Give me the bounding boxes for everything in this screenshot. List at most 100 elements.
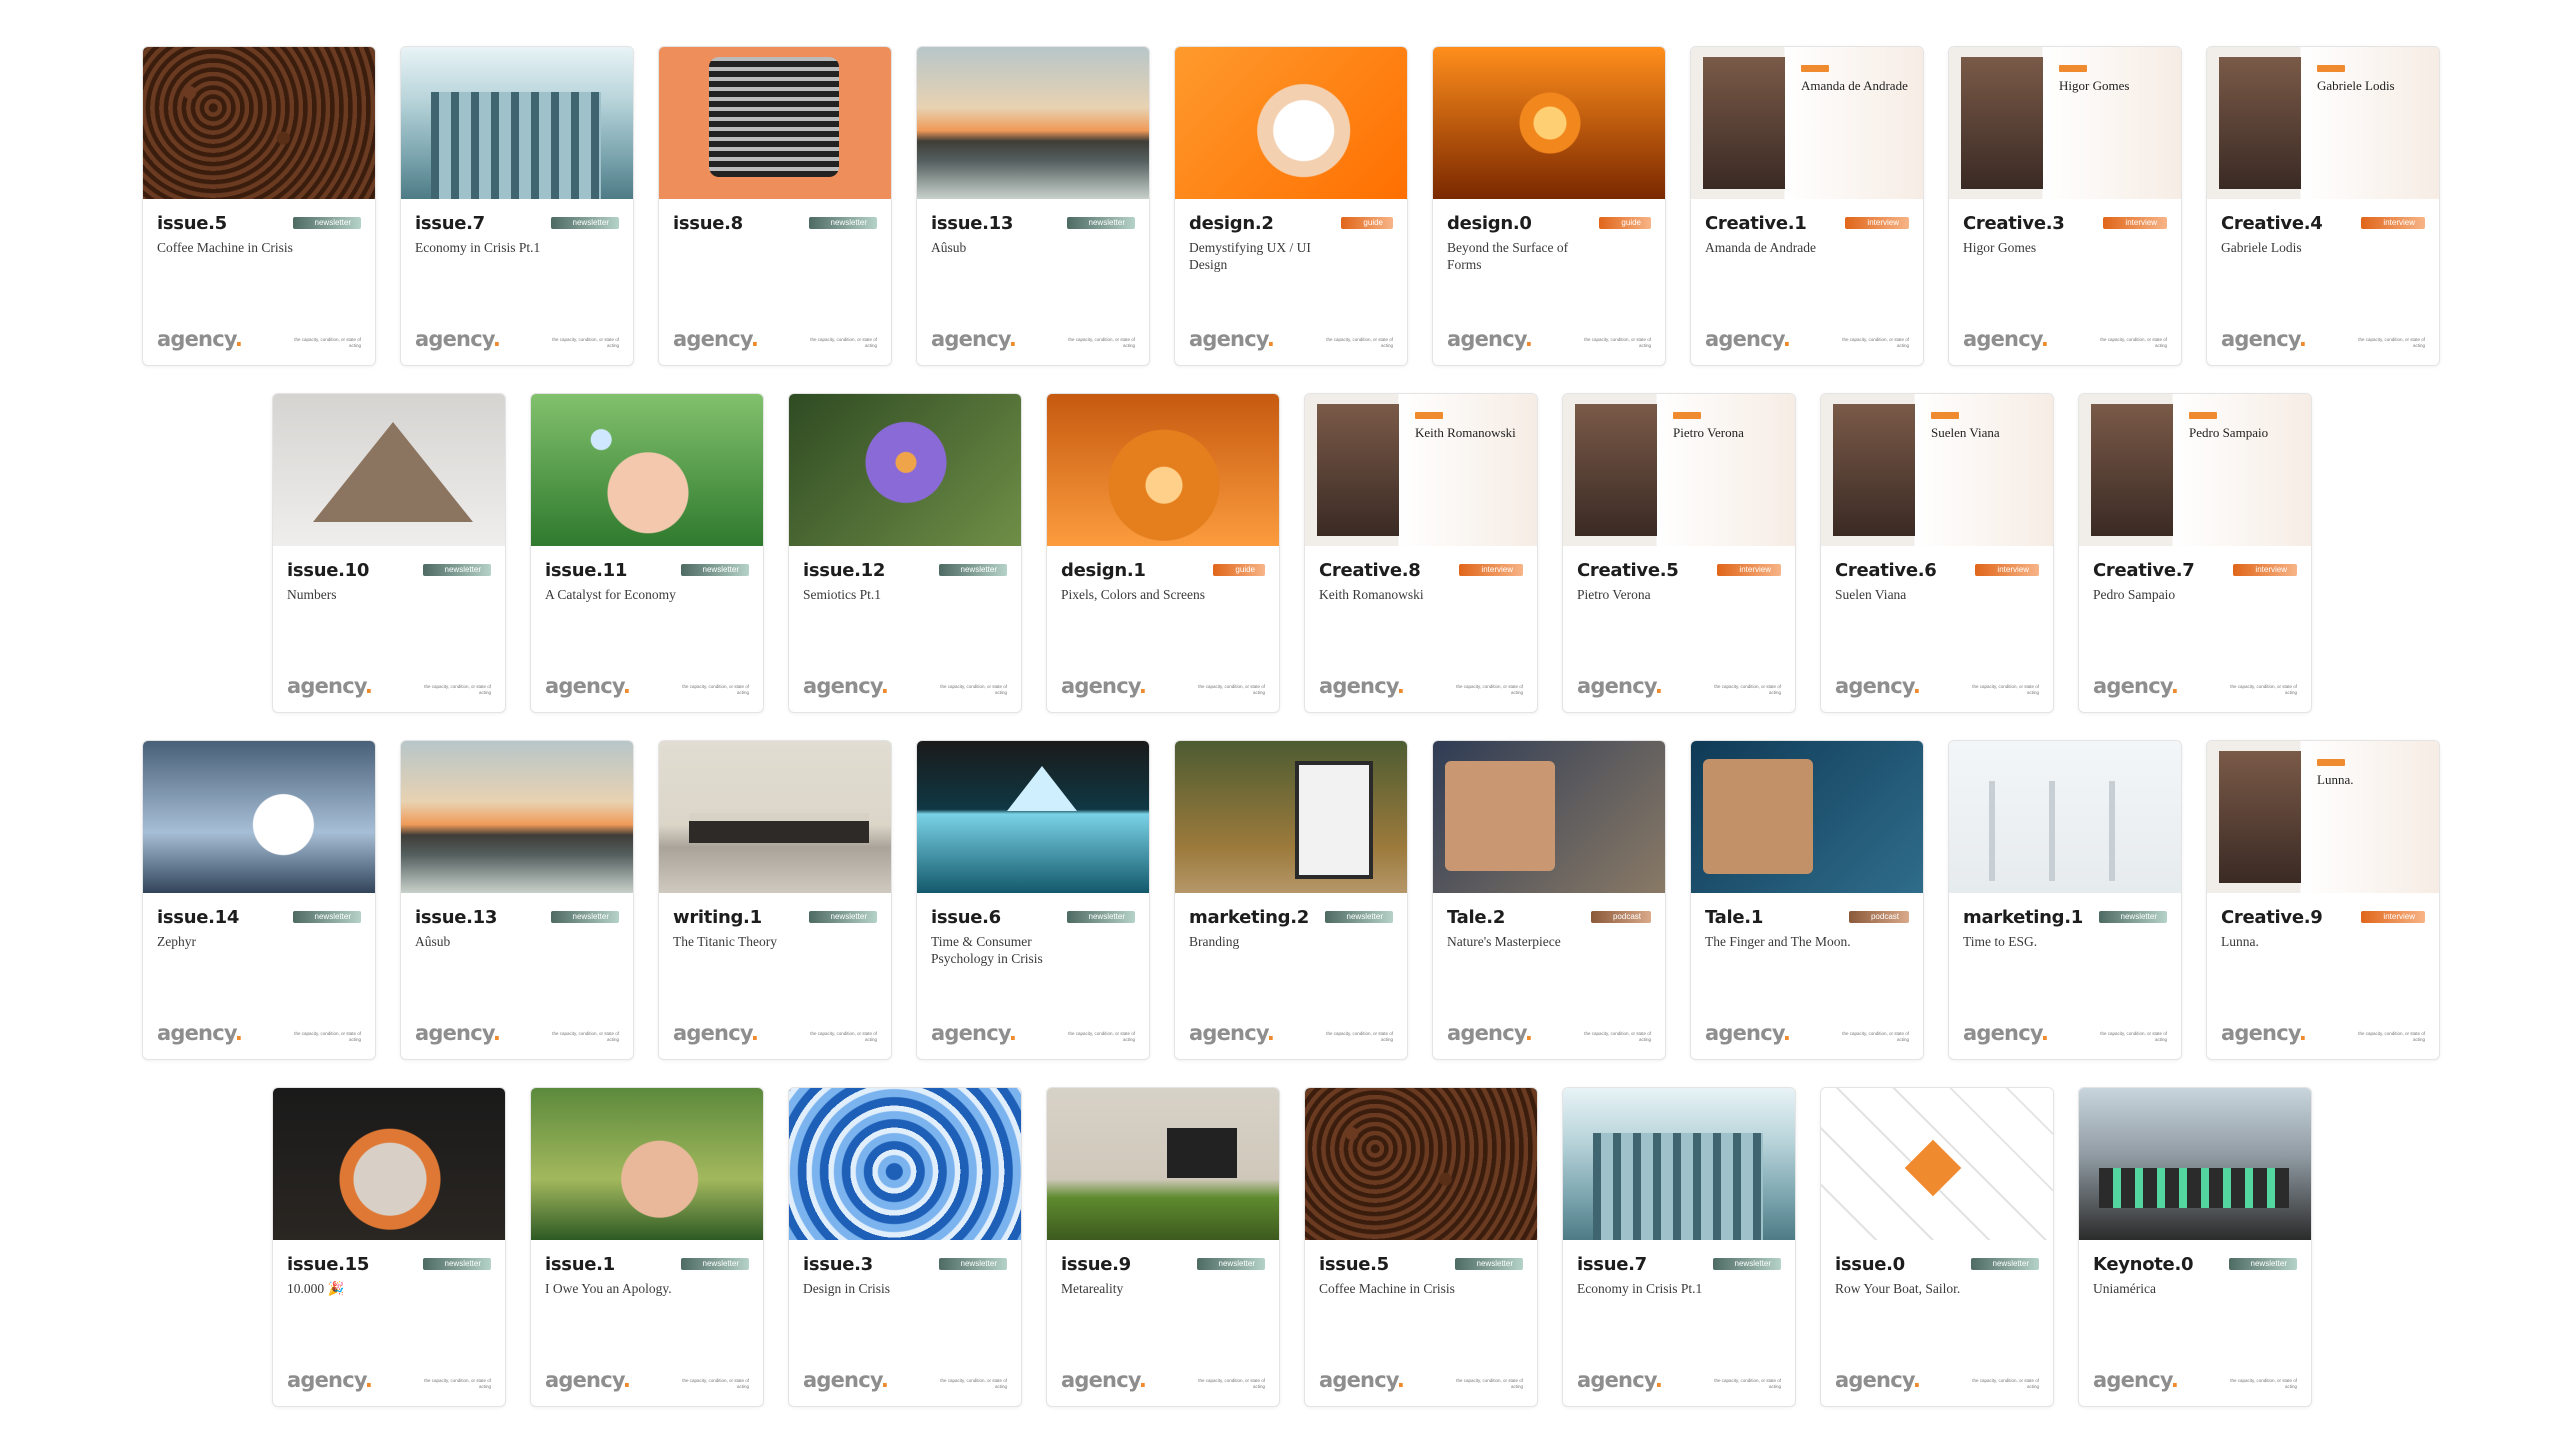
category-tag: newsletter [680,1258,749,1270]
card-subtitle: Gabriele Lodis [2221,240,2302,255]
card-cover-image [917,741,1149,893]
card-title: marketing.2 [1189,907,1310,928]
portrait-name: Pedro Sampaio [2189,425,2269,440]
card-cover-image [917,47,1149,199]
publication-card[interactable]: Tale.1 podcast The Finger and The Moon. age… [1690,740,1924,1060]
logo-dot: . [234,327,243,351]
publication-card[interactable]: Amanda de Andrade Creative.1 interview Aman… [1690,46,1924,366]
card-cover-image [1821,1088,2053,1240]
card-title: design.0 [1447,213,1532,234]
publication-card[interactable]: writing.1 newsletter The Titanic Theory age… [658,740,892,1060]
card-cover-image: Higor Gomes [1949,47,2181,199]
logo-dot: . [492,1021,501,1045]
footer-note: the capacity, condition, or state of act… [424,1378,491,1389]
agency-logo: agency. [931,327,1017,351]
category-tag: guide [1213,564,1265,576]
publication-card[interactable]: Keynote.0 newsletter Uniamérica agency. the … [2078,1087,2312,1407]
publication-card[interactable]: issue.15 newsletter 10.000 🎉 agency. the cap… [272,1087,506,1407]
publication-card[interactable]: issue.10 newsletter Numbers agency. the capa… [272,393,506,713]
publication-card[interactable]: Suelen Viana Creative.6 interview Suelen Vi… [1820,393,2054,713]
publication-card[interactable]: issue.8 newsletter agency. the capacity, co… [658,46,892,366]
agency-logo: agency. [157,1021,243,1045]
publication-card[interactable]: issue.14 newsletter Zephyr agency. the capac… [142,740,376,1060]
footer-note: the capacity, condition, or state of act… [810,1031,877,1042]
category-tag: interview [1975,564,2039,576]
portrait-photo [1703,57,1785,189]
publication-card[interactable]: design.1 guide Pixels, Colors and Screens a… [1046,393,1280,713]
logo-text: agency [2093,1368,2172,1392]
agency-logo: agency. [1061,1368,1147,1392]
publication-card[interactable]: design.2 guide Demystifying UX / UI Design… [1174,46,1408,366]
publication-card[interactable]: issue.5 newsletter Coffee Machine in Crisi… [1304,1087,1538,1407]
logo-dot: . [2040,327,2049,351]
logo-text: agency [1189,327,1268,351]
category-tag: newsletter [1324,911,1393,923]
gallery-row-3: issue.14 newsletter Zephyr agency. the capac… [142,740,2440,1060]
publication-card[interactable]: issue.7 newsletter Economy in Crisis Pt.1 a… [1562,1087,1796,1407]
publication-card[interactable]: issue.6 newsletter Time & Consumer Psychol… [916,740,1150,1060]
card-title: design.1 [1061,560,1146,581]
category-tag: interview [2361,217,2425,229]
publication-card[interactable]: Gabriele Lodis Creative.4 interview Gabriel… [2206,46,2440,366]
portrait-name: Higor Gomes [2059,78,2130,93]
logo-text: agency [2221,1021,2300,1045]
publication-card[interactable]: design.0 guide Beyond the Surface of Forms… [1432,46,1666,366]
card-gallery: issue.5 newsletter Coffee Machine in Crisi… [0,0,2560,1440]
footer-note: the capacity, condition, or state of act… [1714,684,1781,695]
publication-card[interactable]: issue.13 newsletter Aûsub agency. the capaci… [400,740,634,1060]
portrait-name: Gabriele Lodis [2317,78,2395,93]
card-cover-image [1047,1088,1279,1240]
portrait-tag-mark [2059,65,2087,72]
footer-note: the capacity, condition, or state of act… [552,1031,619,1042]
publication-card[interactable]: marketing.1 newsletter Time to ESG. agency.… [1948,740,2182,1060]
logo-dot: . [2298,1021,2307,1045]
publication-card[interactable]: issue.9 newsletter Metareality agency. the c… [1046,1087,1280,1407]
publication-card[interactable]: Pedro Sampaio Creative.7 interview Pedro Sa… [2078,393,2312,713]
publication-card[interactable]: issue.7 newsletter Economy in Crisis Pt.1 a… [400,46,634,366]
category-tag: interview [1459,564,1523,576]
category-tag: guide [1599,217,1651,229]
agency-logo: agency. [1319,674,1405,698]
card-title: design.2 [1189,213,1274,234]
footer-note: the capacity, condition, or state of act… [424,684,491,695]
agency-logo: agency. [1835,674,1921,698]
publication-card[interactable]: issue.1 newsletter I Owe You an Apology. ag… [530,1087,764,1407]
publication-card[interactable]: Higor Gomes Creative.3 interview Higor Gome… [1948,46,2182,366]
card-cover-image [531,394,763,546]
agency-logo: agency. [803,674,889,698]
logo-text: agency [1189,1021,1268,1045]
publication-card[interactable]: issue.11 newsletter A Catalyst for Economy… [530,393,764,713]
publication-card[interactable]: issue.3 newsletter Design in Crisis agency.… [788,1087,1022,1407]
category-tag: interview [1845,217,1909,229]
publication-card[interactable]: issue.5 newsletter Coffee Machine in Crisi… [142,46,376,366]
publication-card[interactable]: issue.12 newsletter Semiotics Pt.1 agency. t… [788,393,1022,713]
agency-logo: agency. [1189,327,1275,351]
card-title: Creative.7 [2093,560,2195,581]
agency-logo: agency. [803,1368,889,1392]
agency-logo: agency. [2221,327,2307,351]
publication-card[interactable]: issue.0 newsletter Row Your Boat, Sailor. a… [1820,1087,2054,1407]
category-tag: newsletter [938,564,1007,576]
publication-card[interactable]: Tale.2 podcast Nature's Masterpiece agency.… [1432,740,1666,1060]
logo-text: agency [1835,1368,1914,1392]
category-tag: newsletter [1712,1258,1781,1270]
card-title: issue.13 [931,213,1014,234]
agency-logo: agency. [2221,1021,2307,1045]
card-subtitle: Aûsub [931,240,967,255]
publication-card[interactable]: Keith Romanowski Creative.8 interview Keith… [1304,393,1538,713]
publication-card[interactable]: marketing.2 newsletter Branding agency. the … [1174,740,1408,1060]
publication-card[interactable]: issue.13 newsletter Aûsub agency. the capaci… [916,46,1150,366]
card-cover-image [531,1088,763,1240]
category-tag: newsletter [1196,1258,1265,1270]
publication-card[interactable]: Pietro Verona Creative.5 interview Pietro V… [1562,393,1796,713]
card-cover-image: Amanda de Andrade [1691,47,1923,199]
category-tag: newsletter [2228,1258,2297,1270]
footer-note: the capacity, condition, or state of act… [1456,684,1523,695]
footer-note: the capacity, condition, or state of act… [2230,1378,2297,1389]
logo-dot: . [750,327,759,351]
publication-card[interactable]: Lunna. Creative.9 interview Lunna. agency. th… [2206,740,2440,1060]
card-title: issue.11 [545,560,628,581]
logo-text: agency [287,1368,366,1392]
category-tag: newsletter [550,911,619,923]
logo-dot: . [622,674,631,698]
